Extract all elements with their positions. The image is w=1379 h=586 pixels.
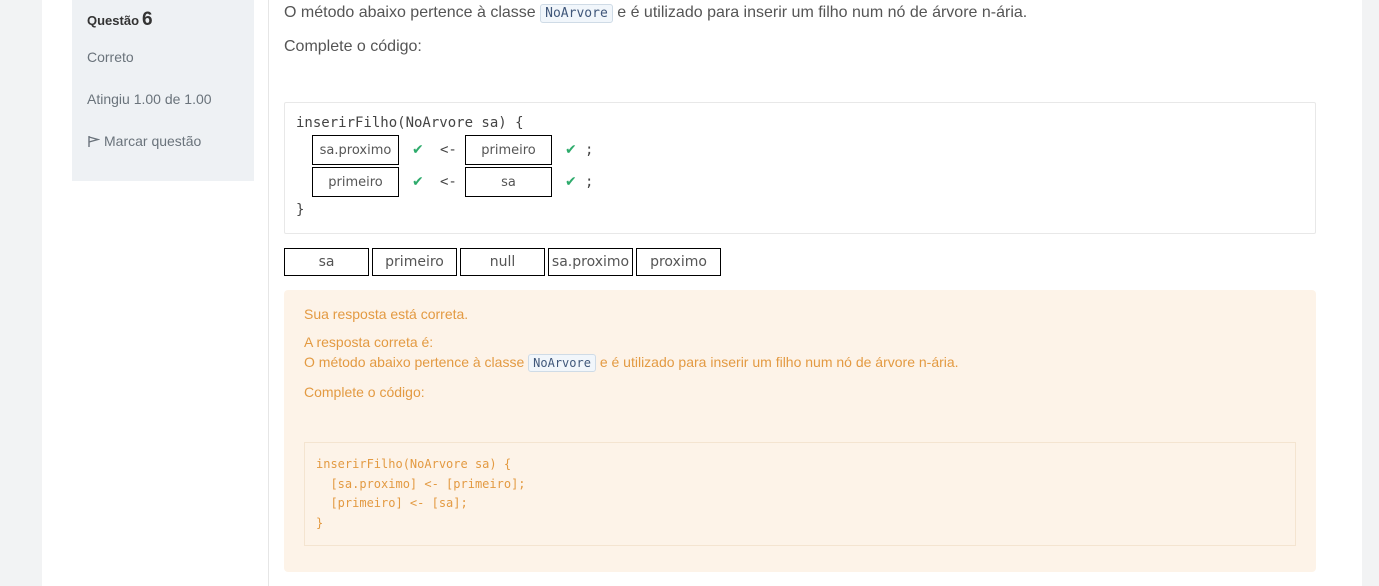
feedback-answer-intro: A resposta correta é: (304, 334, 434, 350)
assign-arrow: <- (440, 142, 457, 158)
question-grade: Atingiu 1.00 de 1.00 (87, 91, 212, 107)
question-state: Correto (87, 49, 134, 65)
drop-zone-line2-left[interactable]: primeiro (312, 167, 399, 197)
flag-question-link[interactable]: Marcar questão (87, 133, 239, 149)
feedback-text-before: O método abaixo pertence à classe (304, 354, 525, 370)
choice-primeiro[interactable]: primeiro (372, 248, 457, 276)
choice-sa-proximo[interactable]: sa.proximo (548, 248, 633, 276)
choice-proximo[interactable]: proximo (636, 248, 721, 276)
drop-zone-line1-left[interactable]: sa.proximo (312, 135, 399, 165)
check-icon: ✔ (412, 174, 424, 190)
question-text: O método abaixo pertence à classe NoArvo… (284, 4, 1028, 23)
feedback-question-text: O método abaixo pertence à classe NoArvo… (304, 354, 1296, 372)
check-icon: ✔ (565, 142, 577, 158)
question-text-after: e é utilizado para inserir um filho num … (617, 4, 1028, 21)
semicolon: ; (585, 142, 594, 158)
question-number-value: 6 (142, 9, 153, 30)
semicolon: ; (585, 174, 594, 190)
feedback-prompt: Complete o código: (304, 384, 425, 400)
feedback-code-block: inserirFilho(NoArvore sa) { [sa.proximo]… (304, 442, 1296, 546)
question-prompt: Complete o código: (284, 38, 422, 55)
code-header: inserirFilho(NoArvore sa) { (296, 115, 524, 131)
assign-arrow: <- (440, 174, 457, 190)
check-icon: ✔ (412, 142, 424, 158)
check-icon: ✔ (565, 174, 577, 190)
choice-null[interactable]: null (460, 248, 545, 276)
code-block: inserirFilho(NoArvore sa) { sa.proximo ✔… (284, 102, 1316, 234)
choice-sa[interactable]: sa (284, 248, 369, 276)
feedback-text-after: e é utilizado para inserir um filho num … (599, 354, 959, 370)
feedback-class-name-code: NoArvore (528, 354, 596, 372)
flag-question-label: Marcar questão (104, 133, 202, 149)
code-footer: } (296, 202, 305, 218)
question-info-panel: Questão 6 Correto Atingiu 1.00 de 1.00 Ma… (72, 0, 254, 181)
content-divider (268, 0, 269, 586)
class-name-code: NoArvore (540, 4, 613, 23)
flag-icon (88, 135, 100, 147)
feedback-panel: Sua resposta está correta. A resposta co… (284, 290, 1316, 572)
question-number: Questão 6 (87, 8, 239, 32)
drop-zone-line1-right[interactable]: primeiro (465, 135, 552, 165)
question-text-before: O método abaixo pertence à classe (284, 4, 536, 21)
drop-zone-line2-right[interactable]: sa (465, 167, 552, 197)
choices-palette: sa primeiro null sa.proximo proximo (284, 248, 724, 276)
question-label: Questão (87, 13, 140, 28)
feedback-correct-message: Sua resposta está correta. (304, 306, 469, 322)
